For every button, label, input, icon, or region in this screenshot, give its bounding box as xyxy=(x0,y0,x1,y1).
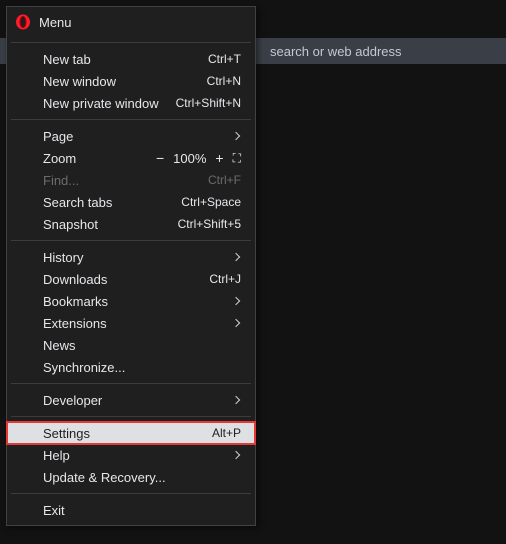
menu-item-search-tabs[interactable]: Search tabs Ctrl+Space xyxy=(7,191,255,213)
menu-item-new-private-window[interactable]: New private window Ctrl+Shift+N xyxy=(7,92,255,114)
menu-item-update-recovery[interactable]: Update & Recovery... xyxy=(7,466,255,488)
menu-item-shortcut: Ctrl+Shift+N xyxy=(176,96,241,110)
menu-item-shortcut: Alt+P xyxy=(212,426,241,440)
separator xyxy=(11,383,251,384)
menu-item-label: News xyxy=(43,338,241,353)
menu-item-settings[interactable]: Settings Alt+P xyxy=(7,422,255,444)
separator xyxy=(11,119,251,120)
zoom-controls: − 100% + ⛶ xyxy=(156,151,241,166)
menu-header: Menu xyxy=(7,7,255,37)
menu-item-label: Downloads xyxy=(43,272,209,287)
menu-item-synchronize[interactable]: Synchronize... xyxy=(7,356,255,378)
menu-item-help[interactable]: Help xyxy=(7,444,255,466)
opera-menu: Menu New tab Ctrl+T New window Ctrl+N Ne… xyxy=(6,6,256,526)
menu-item-new-tab[interactable]: New tab Ctrl+T xyxy=(7,48,255,70)
menu-item-label: New tab xyxy=(43,52,208,67)
menu-item-label: Extensions xyxy=(43,316,233,331)
menu-item-label: Search tabs xyxy=(43,195,181,210)
menu-item-bookmarks[interactable]: Bookmarks xyxy=(7,290,255,312)
menu-item-shortcut: Ctrl+Space xyxy=(181,195,241,209)
menu-item-snapshot[interactable]: Snapshot Ctrl+Shift+5 xyxy=(7,213,255,235)
menu-item-news[interactable]: News xyxy=(7,334,255,356)
menu-item-label: Synchronize... xyxy=(43,360,241,375)
menu-item-shortcut: Ctrl+Shift+5 xyxy=(178,217,241,231)
menu-item-label: New private window xyxy=(43,96,176,111)
menu-item-label: History xyxy=(43,250,233,265)
menu-item-shortcut: Ctrl+N xyxy=(207,74,241,88)
menu-title: Menu xyxy=(39,15,72,30)
menu-item-new-window[interactable]: New window Ctrl+N xyxy=(7,70,255,92)
chevron-right-icon xyxy=(232,253,240,261)
menu-item-label: Update & Recovery... xyxy=(43,470,241,485)
chevron-right-icon xyxy=(232,319,240,327)
menu-item-label: Find... xyxy=(43,173,208,188)
menu-item-label: Help xyxy=(43,448,233,463)
menu-item-shortcut: Ctrl+T xyxy=(208,52,241,66)
address-bar-placeholder: search or web address xyxy=(270,44,402,59)
menu-item-label: Bookmarks xyxy=(43,294,233,309)
menu-item-downloads[interactable]: Downloads Ctrl+J xyxy=(7,268,255,290)
chevron-right-icon xyxy=(232,396,240,404)
menu-item-shortcut: Ctrl+F xyxy=(208,173,241,187)
menu-item-label: New window xyxy=(43,74,207,89)
fullscreen-icon[interactable]: ⛶ xyxy=(233,152,241,164)
separator xyxy=(11,42,251,43)
separator xyxy=(11,240,251,241)
opera-logo-icon xyxy=(15,14,31,30)
menu-item-label: Page xyxy=(43,129,233,144)
menu-item-page[interactable]: Page xyxy=(7,125,255,147)
menu-item-zoom[interactable]: Zoom − 100% + ⛶ xyxy=(7,147,255,169)
menu-item-shortcut: Ctrl+J xyxy=(209,272,241,286)
menu-item-label: Settings xyxy=(43,426,212,441)
zoom-in-icon[interactable]: + xyxy=(215,151,223,165)
chevron-right-icon xyxy=(232,297,240,305)
menu-item-label: Exit xyxy=(43,503,241,518)
zoom-out-icon[interactable]: − xyxy=(156,151,164,165)
menu-item-exit[interactable]: Exit xyxy=(7,499,255,521)
zoom-value: 100% xyxy=(173,151,206,166)
menu-item-history[interactable]: History xyxy=(7,246,255,268)
separator xyxy=(11,493,251,494)
menu-item-label: Developer xyxy=(43,393,233,408)
menu-item-find: Find... Ctrl+F xyxy=(7,169,255,191)
menu-item-extensions[interactable]: Extensions xyxy=(7,312,255,334)
menu-item-label: Zoom xyxy=(43,151,156,166)
chevron-right-icon xyxy=(232,132,240,140)
separator xyxy=(11,416,251,417)
menu-item-label: Snapshot xyxy=(43,217,178,232)
menu-item-developer[interactable]: Developer xyxy=(7,389,255,411)
chevron-right-icon xyxy=(232,451,240,459)
